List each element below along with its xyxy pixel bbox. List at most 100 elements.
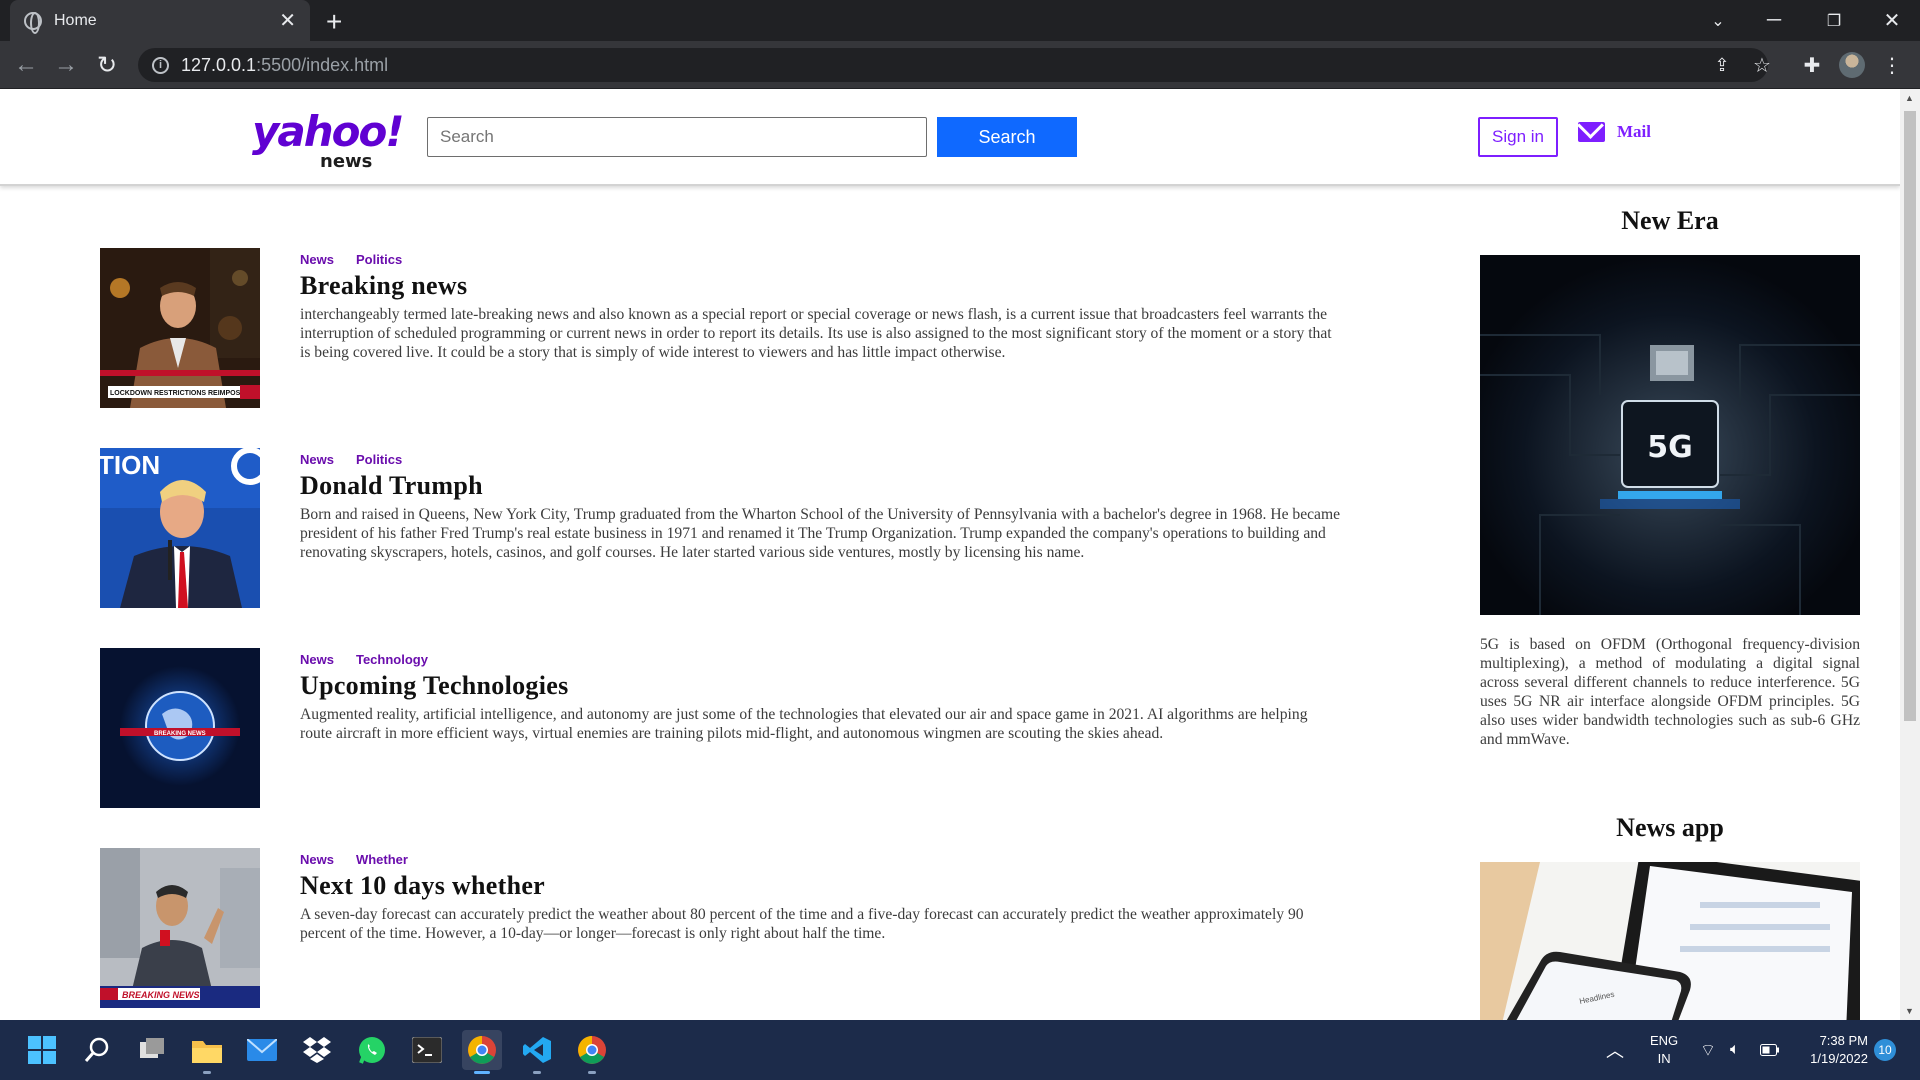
article-item: TION News Politics Donald Trumph Born an… [100,448,1340,608]
wifi-icon[interactable]: ⌔ [1700,1020,1716,1080]
mail-label: Mail [1617,122,1651,141]
article-text: Born and raised in Queens, New York City… [300,506,1341,561]
battery-icon[interactable] [1760,1020,1780,1080]
search-button[interactable]: Search [937,117,1077,157]
page-scrollbar[interactable]: ▲ ▼ [1900,89,1920,1020]
tag-category[interactable]: Whether [356,852,408,867]
bookmark-star-icon[interactable]: ☆ [1746,49,1778,81]
tray-overflow-icon[interactable]: ︿ [1606,1020,1624,1080]
page-viewport: yahoo! news Search Sign in Mail [0,89,1900,1020]
tab-title: Home [54,11,97,29]
article-tags: News Whether [300,852,1340,867]
tab-close-icon[interactable]: ✕ [279,8,296,33]
tag-category[interactable]: Technology [356,652,428,667]
article-thumbnail[interactable]: BREAKING NEWS [100,848,260,1008]
article-item: BREAKING NEWS News Technology Upcoming T… [100,648,1340,808]
article-title[interactable]: Donald Trumph [300,471,1340,501]
article-body: News Politics Breaking news interchangea… [300,252,1340,362]
back-icon[interactable]: ← [10,49,42,81]
windows-taskbar: ︿ ENG IN ⌔ 🔈︎ 7:38 PM 1/19/2022 10 [0,1020,1920,1080]
close-window-button[interactable]: ✕ [1864,0,1920,41]
article-thumbnail[interactable]: BREAKING NEWS [100,648,260,808]
chrome-icon[interactable] [462,1030,502,1074]
news-app-image: Headlines [1480,862,1860,1020]
scroll-down-icon[interactable]: ▼ [1905,1006,1914,1016]
article-tags: News Technology [300,652,1340,667]
mail-icon [1578,122,1605,142]
restore-button[interactable]: ❐ [1806,0,1862,41]
reload-icon[interactable]: ↻ [91,49,123,81]
tag-category[interactable]: Politics [356,252,402,267]
logo-subtext: news [320,151,373,172]
file-explorer-icon[interactable] [187,1030,227,1074]
article-thumbnail[interactable]: TION [100,448,260,608]
yahoo-news-logo[interactable]: yahoo! news [252,107,404,173]
running-indicator [588,1071,596,1074]
tag-news[interactable]: News [300,452,334,467]
notification-count: 10 [1874,1039,1896,1061]
tag-news[interactable]: News [300,852,334,867]
forward-icon[interactable]: → [50,49,82,81]
article-text: interchangeably termed late-breaking new… [300,306,1332,361]
logo-wordmark: yahoo! [252,107,404,156]
chip-label: 5G [1647,430,1693,465]
article-text: Augmented reality, artificial intelligen… [300,706,1308,742]
sidebar-5g-text: 5G is based on OFDM (Orthogonal frequenc… [1480,636,1860,748]
search-icon[interactable] [77,1030,117,1070]
dropbox-icon[interactable] [297,1030,337,1070]
running-indicator [533,1071,541,1074]
running-indicator [203,1071,211,1074]
tab-search-icon[interactable]: ⌄ [1690,0,1746,41]
article-item: BREAKING NEWS News Whether Next 10 days … [100,848,1340,1008]
notification-badge[interactable]: 10 [1874,1020,1896,1080]
running-indicator [474,1071,490,1074]
thumb-caption: BREAKING NEWS [154,731,206,737]
new-tab-button[interactable]: + [326,6,342,38]
site-info-icon[interactable]: i [152,56,169,74]
globe-icon [24,11,42,34]
chrome-secondary-icon[interactable] [572,1030,612,1074]
article-tags: News Politics [300,252,1340,267]
url-host: 127.0.0.1 [181,54,257,75]
thumb-caption: LOCKDOWN RESTRICTIONS REIMPOSED [110,390,250,397]
article-tags: News Politics [300,452,1340,467]
task-view-icon[interactable] [132,1030,172,1070]
vscode-icon[interactable] [517,1030,557,1074]
article-title[interactable]: Breaking news [300,271,1340,301]
url-path: :5500/index.html [256,54,389,75]
5g-chip-image: 5G [1480,255,1860,615]
thumb-caption: BREAKING NEWS [122,990,200,1000]
browser-tab-strip: Home ✕ + ⌄ ─ ❐ ✕ [0,0,1920,41]
profile-avatar[interactable] [1836,49,1868,81]
tag-category[interactable]: Politics [356,452,402,467]
clock[interactable]: 7:38 PM 1/19/2022 [1798,1020,1868,1080]
address-bar[interactable]: i 127.0.0.1:5500/index.html [138,48,1768,82]
article-title[interactable]: Next 10 days whether [300,871,1340,901]
tag-news[interactable]: News [300,252,334,267]
whatsapp-icon[interactable] [352,1030,392,1070]
extensions-icon[interactable]: ✚ [1796,49,1828,81]
scrollbar-thumb[interactable] [1904,111,1916,721]
mail-app-icon[interactable] [242,1030,282,1070]
article-thumbnail[interactable]: LOCKDOWN RESTRICTIONS REIMPOSED [100,248,260,408]
browser-tab[interactable]: Home ✕ [10,0,310,41]
sign-in-button[interactable]: Sign in [1478,117,1558,157]
search-input[interactable] [427,117,927,157]
menu-icon[interactable]: ⋮ [1876,49,1908,81]
scroll-up-icon[interactable]: ▲ [1905,93,1914,103]
language-indicator[interactable]: ENG IN [1650,1020,1678,1080]
language-label: ENG [1650,1033,1679,1048]
volume-icon[interactable]: 🔈︎ [1730,1020,1740,1080]
sidebar-title-new-era: New Era [1621,206,1719,235]
tag-news[interactable]: News [300,652,334,667]
article-title[interactable]: Upcoming Technologies [300,671,1340,701]
mail-link[interactable]: Mail [1578,122,1651,142]
minimize-button[interactable]: ─ [1746,0,1802,41]
start-button[interactable] [22,1030,62,1070]
share-icon[interactable]: ⇪ [1706,49,1738,81]
article-item: LOCKDOWN RESTRICTIONS REIMPOSED News Pol… [100,248,1340,408]
terminal-icon[interactable] [407,1030,447,1070]
sidebar-title-news-app: News app [1616,813,1724,842]
article-text: A seven-day forecast can accurately pred… [300,906,1304,942]
region-label: IN [1657,1051,1671,1066]
